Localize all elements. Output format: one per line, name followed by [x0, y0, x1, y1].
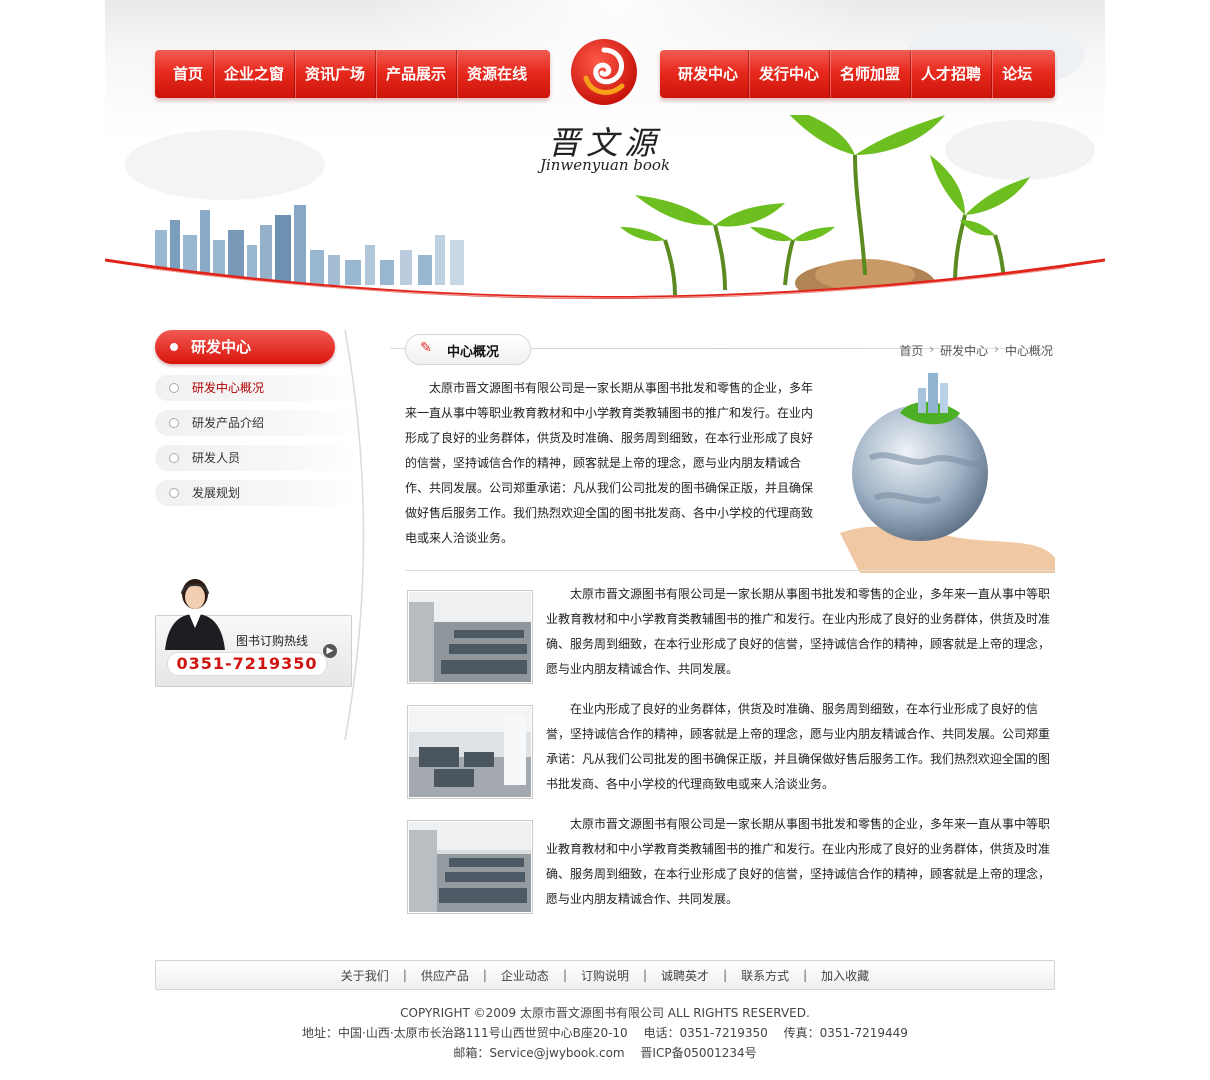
breadcrumb-home[interactable]: 首页 [899, 342, 923, 359]
breadcrumb-current: 中心概况 [1004, 344, 1053, 358]
sidebar-title-label: 研发中心 [191, 338, 252, 356]
footer-link-bookmark[interactable]: 加入收藏 [807, 967, 883, 984]
sidebar-item-staff[interactable]: 研发人员 [155, 445, 360, 471]
copyright: COPYRIGHT ©2009 太原市晋文源图书有限公司 ALL RIGHTS … [400, 1006, 810, 1020]
footer-nav: 关于我们 | 供应产品 | 企业动态 | 订购说明 | 诚聘英才 | 联系方式 | 加入收藏 [155, 960, 1055, 990]
circle-bullet-icon [169, 383, 179, 393]
nav-item-enterprise[interactable]: 企业之窗 [214, 50, 296, 98]
office-image[interactable] [407, 705, 533, 799]
footer-link-contact[interactable]: 联系方式 [727, 967, 803, 984]
office-image[interactable] [407, 820, 533, 914]
list-item-text: 太原市晋文源图书有限公司是一家长期从事图书批发和零售的企业，多年来一直从事中等职… [546, 817, 1051, 906]
logo-icon[interactable] [568, 36, 640, 108]
cloud [125, 130, 325, 200]
header-banner: 首页 企业之窗 资讯广场 产品展示 资源在线 研发中心 发行中心 名师加盟 人才… [105, 0, 1105, 305]
nav-item-distribution[interactable]: 发行中心 [749, 50, 831, 98]
intro-paragraph: 太原市晋文源图书有限公司是一家长期从事图书批发和零售的企业，多年来一直从事中等职… [405, 381, 814, 545]
sidebar-item-products[interactable]: 研发产品介绍 [155, 410, 360, 436]
chevron-right-icon: › [994, 342, 999, 356]
main-nav-right: 研发中心 发行中心 名师加盟 人才招聘 论坛 [660, 50, 1055, 98]
customer-service-avatar [165, 579, 225, 650]
header-red-arc [105, 258, 1105, 305]
nav-item-rd-center[interactable]: 研发中心 [660, 50, 750, 98]
bullet-icon [170, 343, 178, 351]
footer-link-about[interactable]: 关于我们 [327, 967, 403, 984]
sidebar-item-label: 研发产品介绍 [192, 416, 265, 430]
sidebar-item-label: 发展规划 [192, 486, 241, 500]
breadcrumb-rd-center[interactable]: 研发中心 [940, 342, 988, 359]
nav-item-home[interactable]: 首页 [155, 50, 215, 98]
globe-in-hand-image [840, 373, 1055, 573]
office-image[interactable] [407, 590, 533, 684]
nav-item-teachers[interactable]: 名师加盟 [830, 50, 912, 98]
footer-link-order[interactable]: 订购说明 [567, 967, 643, 984]
section-title-tab: ✎ 中心概况 [405, 334, 531, 365]
list-item-text: 太原市晋文源图书有限公司是一家长期从事图书批发和零售的企业，多年来一直从事中等职… [546, 587, 1051, 676]
circle-bullet-icon [169, 453, 179, 463]
hotline-phone: 0351-7219350 [167, 652, 327, 676]
section-title: 中心概况 [447, 345, 500, 360]
nav-item-resources[interactable]: 资源在线 [457, 50, 537, 98]
list-item: 在业内形成了良好的业务群体，供货及时准确、服务周到细致，在本行业形成了良好的信誉… [405, 702, 1055, 801]
circle-bullet-icon [169, 488, 179, 498]
footer-link-jobs[interactable]: 诚聘英才 [647, 967, 723, 984]
arrow-right-icon[interactable]: ▶ [323, 644, 337, 658]
email-icp: 邮箱：Service@jwybook.com 晋ICP备05001234号 [453, 1046, 757, 1060]
pencil-icon: ✎ [420, 340, 432, 356]
address: 地址：中国·山西·太原市长治路111号山西世贸中心B座20-10 电话：0351… [302, 1026, 908, 1040]
footer-link-supply[interactable]: 供应产品 [407, 967, 483, 984]
footer-link-news[interactable]: 企业动态 [487, 967, 563, 984]
sidebar-item-overview[interactable]: 研发中心概况 [155, 375, 360, 401]
sidebar-item-label: 研发中心概况 [192, 381, 265, 395]
list-item-text: 在业内形成了良好的业务群体，供货及时准确、服务周到细致，在本行业形成了良好的信誉… [546, 702, 1051, 791]
sidebar-title: 研发中心 [155, 330, 335, 364]
nav-item-jobs[interactable]: 人才招聘 [911, 50, 993, 98]
breadcrumb: 首页 › 研发中心 › 中心概况 [899, 342, 1053, 359]
sidebar-item-label: 研发人员 [192, 451, 241, 465]
list-item: 太原市晋文源图书有限公司是一家长期从事图书批发和零售的企业，多年来一直从事中等职… [405, 587, 1055, 686]
chevron-right-icon: › [929, 342, 935, 356]
nav-item-products[interactable]: 产品展示 [376, 50, 458, 98]
nav-item-news[interactable]: 资讯广场 [295, 50, 377, 98]
nav-item-forum[interactable]: 论坛 [992, 50, 1042, 98]
hotline-label: 图书订购热线 [236, 634, 309, 648]
main-nav-left: 首页 企业之窗 资讯广场 产品展示 资源在线 [155, 50, 550, 98]
sidebar-item-plan[interactable]: 发展规划 [155, 480, 360, 506]
circle-bullet-icon [169, 418, 179, 428]
content-divider [405, 570, 1055, 571]
list-item: 太原市晋文源图书有限公司是一家长期从事图书批发和零售的企业，多年来一直从事中等职… [405, 817, 1055, 916]
